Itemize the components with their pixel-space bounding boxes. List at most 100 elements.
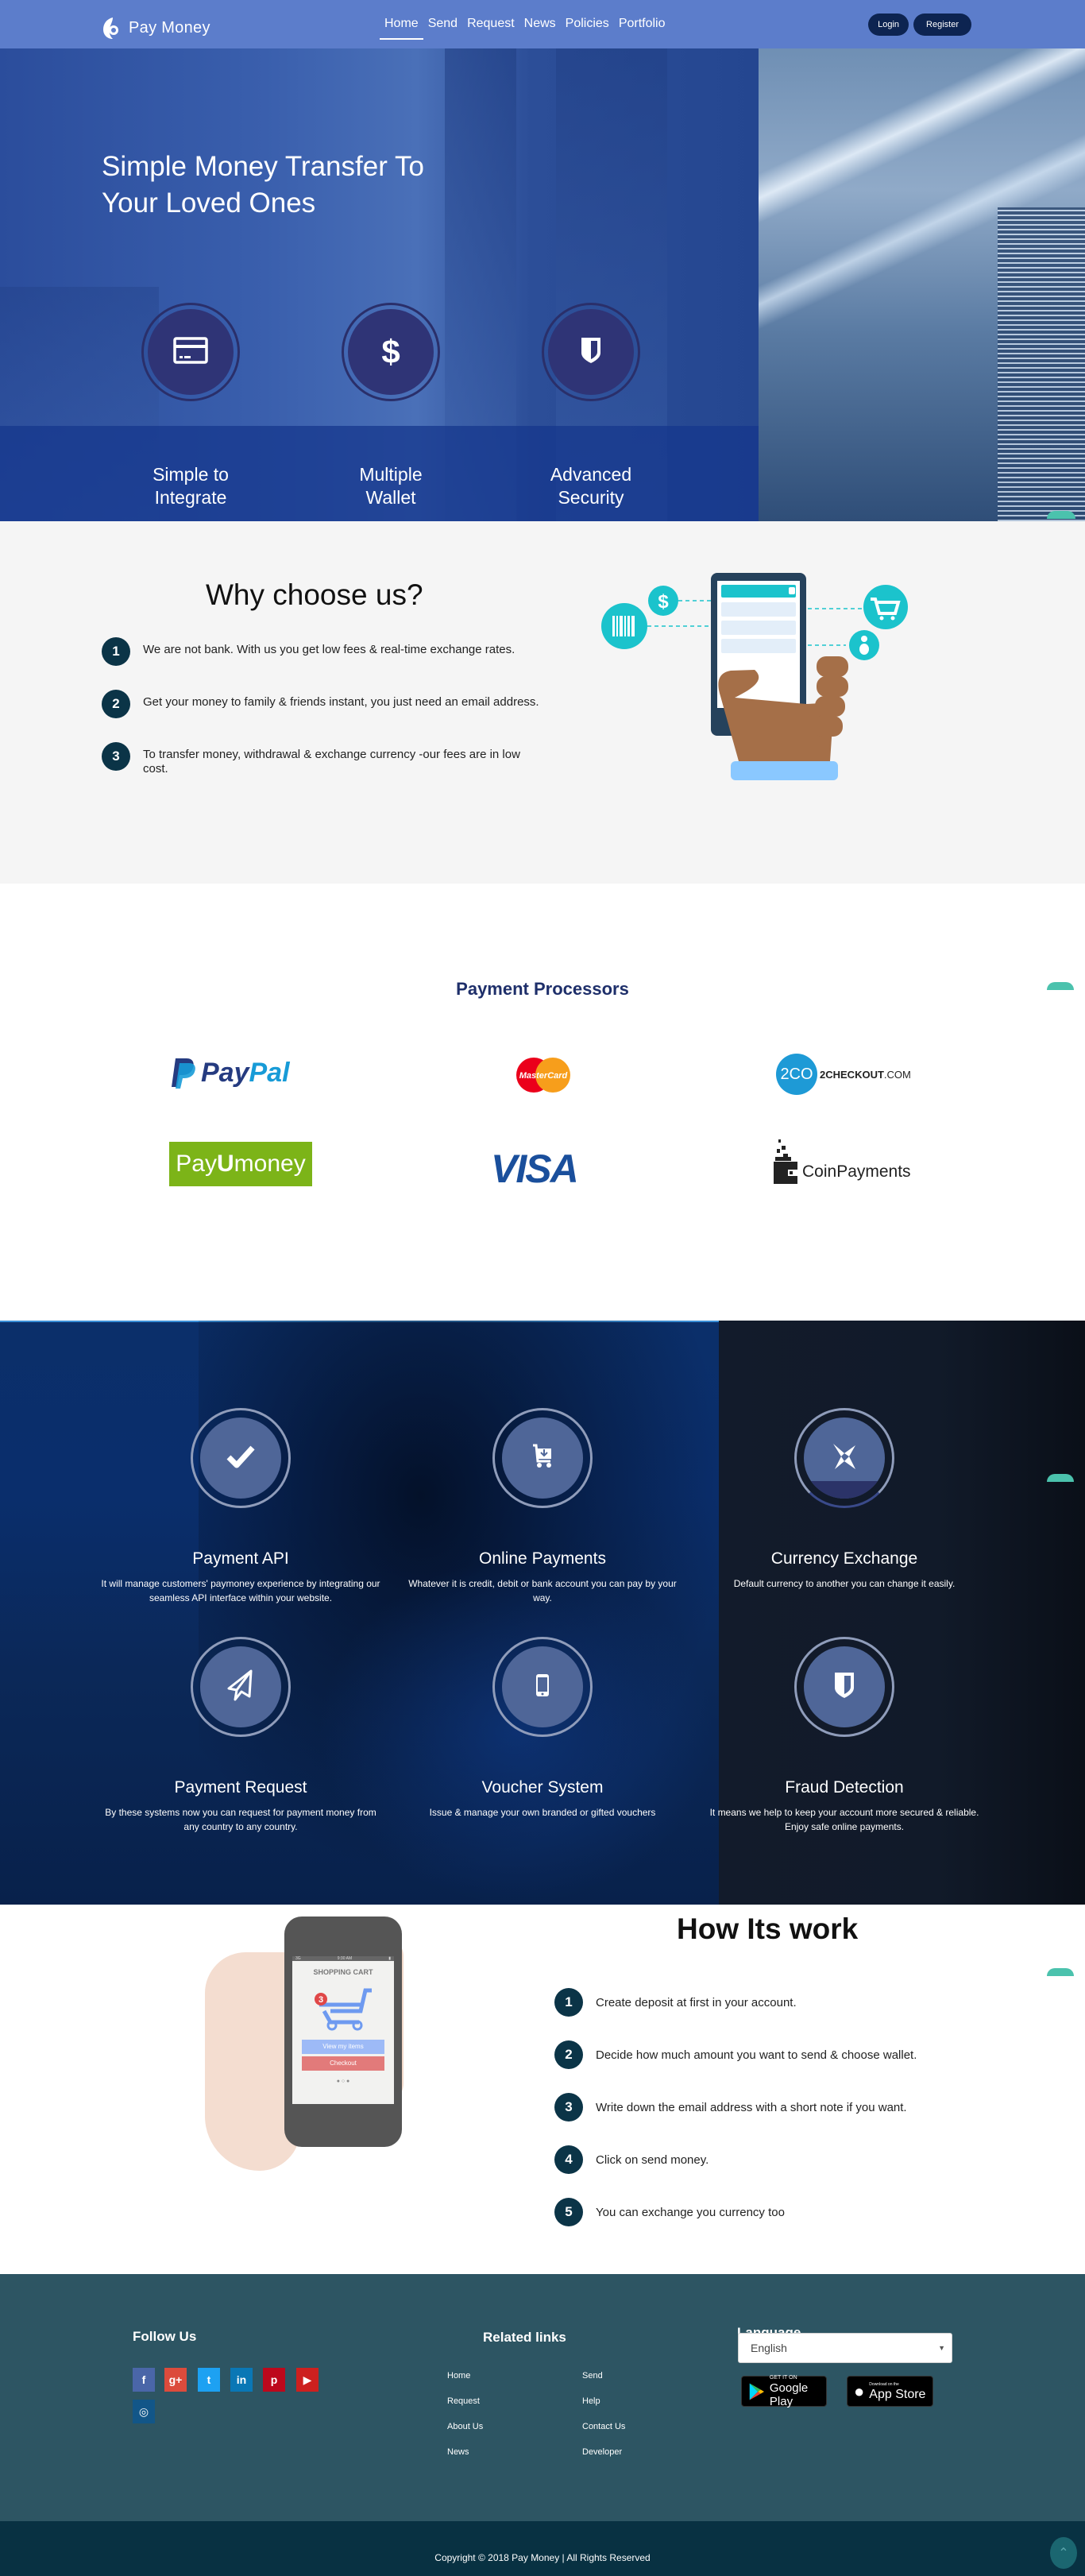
how-step-text: Decide how much amount you want to send … [596, 2048, 917, 2062]
step-number: 5 [554, 2198, 583, 2226]
nav-portfolio[interactable]: Portfolio [614, 14, 670, 38]
nav-home[interactable]: Home [380, 14, 423, 40]
feature-description: Issue & manage your own branded or gifte… [429, 1807, 656, 1818]
login-button[interactable]: Login [868, 14, 909, 36]
linkedin-link[interactable]: in [230, 2368, 253, 2392]
footer-link-help[interactable]: Help [582, 2396, 600, 2406]
hero-feature-label: Advanced Security [512, 463, 670, 509]
follow-us-heading: Follow Us [133, 2329, 197, 2344]
phone-signal: 3G [295, 1956, 301, 1961]
feature-title: Currency Exchange [770, 1549, 918, 1568]
paper-plane-icon [227, 1669, 254, 1705]
nav-policies[interactable]: Policies [561, 14, 614, 38]
processors-title: Payment Processors [456, 979, 629, 999]
instagram-link[interactable]: ◎ [133, 2400, 155, 2423]
feature-disc [200, 1646, 281, 1727]
feature-ring [492, 1637, 593, 1737]
language-select[interactable]: English ▼ [738, 2333, 952, 2363]
feature-disc [502, 1646, 583, 1727]
how-title: How Its work [677, 1913, 859, 1945]
google-play-button[interactable]: GET IT ON Google Play [741, 2375, 827, 2408]
teal-accent-shape [1047, 511, 1075, 519]
nav-send[interactable]: Send [423, 14, 462, 38]
user-icon [849, 630, 879, 660]
facebook-link[interactable]: f [133, 2368, 155, 2392]
coinpayments-text: CoinPayments [802, 1162, 911, 1181]
coinpayments-wallet-icon [774, 1139, 797, 1184]
feature-title: Payment API [192, 1549, 289, 1568]
2checkout-text: 2CHECKOUT [820, 1068, 884, 1081]
google-plus-link[interactable]: g+ [164, 2368, 187, 2392]
carousel-dots: ● ○ ● [336, 2079, 350, 2084]
feature-payment-api: Payment API It will manage customers' pa… [82, 1408, 400, 1605]
related-links-heading: Related links [483, 2330, 566, 2345]
nav-request[interactable]: Request [462, 14, 519, 38]
how-it-works-section: 3G 9:30 AM ▮ SHOPPING CART 3 View my items… [0, 1905, 1085, 2274]
why-item: 1 We are not bank. With us you get low f… [102, 637, 556, 666]
linkedin-icon: in [236, 2373, 247, 2386]
paypal-icon [172, 1058, 195, 1089]
how-step: 2 Decide how much amount you want to send… [554, 2040, 917, 2069]
how-step-text: Click on send money. [596, 2152, 709, 2167]
coinpayments-logo[interactable]: CoinPayments [772, 1139, 911, 1186]
app-store-big-text: App Store [869, 2388, 926, 2401]
youtube-link[interactable]: ▶ [296, 2368, 319, 2392]
footer-link-request[interactable]: Request [447, 2396, 480, 2406]
hero-feature-line2: Wallet [365, 487, 416, 508]
svg-text:$: $ [658, 591, 669, 613]
mastercard-logo[interactable]: MasterCard [515, 1057, 572, 1093]
language-selected-value: English [751, 2342, 787, 2354]
paymoney-logo-icon [102, 16, 122, 40]
brand-logo[interactable]: Pay Money [102, 16, 210, 40]
app-store-button[interactable]: ● Download on the App Store [847, 2376, 933, 2407]
svg-text:3: 3 [319, 1995, 323, 2005]
feature-title: Online Payments [479, 1549, 606, 1568]
scroll-to-top-button[interactable]: ⌃ [1050, 2537, 1077, 2569]
twitter-link[interactable]: t [198, 2368, 220, 2392]
footer-link-about-us[interactable]: About Us [447, 2422, 483, 2431]
payu-pay-text: Pay [176, 1151, 217, 1177]
visa-logo[interactable]: VISA [491, 1146, 579, 1192]
2checkout-logo[interactable]: 2CO 2CHECKOUT .COM [776, 1054, 911, 1095]
footer-link-contact-us[interactable]: Contact Us [582, 2422, 625, 2431]
phone-time: 9:30 AM [337, 1956, 353, 1961]
phone-screen-title: SHOPPING CART [313, 1968, 373, 1976]
feature-disc [804, 1418, 885, 1499]
phone-screen: 3G 9:30 AM ▮ SHOPPING CART 3 View my items… [292, 1956, 394, 2104]
twitter-icon: t [207, 2373, 211, 2386]
payumoney-logo[interactable]: Pay Umoney [169, 1142, 312, 1186]
google-plus-icon: g+ [168, 2373, 183, 2386]
footer-link-home[interactable]: Home [447, 2371, 470, 2381]
paypal-logo[interactable]: Pay Pal [171, 1057, 290, 1089]
nav-news[interactable]: News [519, 14, 561, 38]
google-play-icon [749, 2383, 765, 2400]
pinterest-link[interactable]: p [263, 2368, 285, 2392]
shield-icon [834, 1672, 855, 1703]
how-step-text: Write down the email address with a shor… [596, 2100, 907, 2114]
register-button[interactable]: Register [913, 14, 971, 36]
feature-ring [191, 1408, 291, 1508]
why-item: 2 Get your money to family & friends ins… [102, 690, 556, 718]
mobile-phone-icon [535, 1673, 550, 1701]
exchange-icon [832, 1442, 857, 1475]
view-items-button: View my items [302, 2040, 384, 2054]
how-step-text: Create deposit at first in your account. [596, 1995, 797, 2009]
feature-title: Fraud Detection [785, 1778, 904, 1797]
footer-link-developer[interactable]: Developer [582, 2447, 622, 2457]
hero-title: Simple Money Transfer To Your Loved Ones [102, 149, 546, 222]
feature-ring [794, 1408, 894, 1508]
hero-feature-ring [542, 303, 640, 401]
hand-holding-phone-image: 3G 9:30 AM ▮ SHOPPING CART 3 View my items… [205, 1905, 427, 2171]
chevron-down-icon: ▼ [938, 2344, 945, 2352]
hero-feature-line1: Multiple [359, 464, 423, 485]
cart-download-icon [531, 1444, 554, 1473]
feature-ring [492, 1408, 593, 1508]
how-step: 3 Write down the email address with a sho… [554, 2093, 907, 2122]
2checkout-suffix: .COM [883, 1068, 911, 1081]
hero-feature-disc: $ [348, 309, 434, 395]
footer-link-send[interactable]: Send [582, 2371, 603, 2381]
instagram-icon: ◎ [138, 2404, 149, 2418]
brand-name: Pay Money [129, 18, 210, 37]
footer-link-news[interactable]: News [447, 2447, 469, 2457]
phone-battery-icon: ▮ [388, 1956, 391, 1961]
